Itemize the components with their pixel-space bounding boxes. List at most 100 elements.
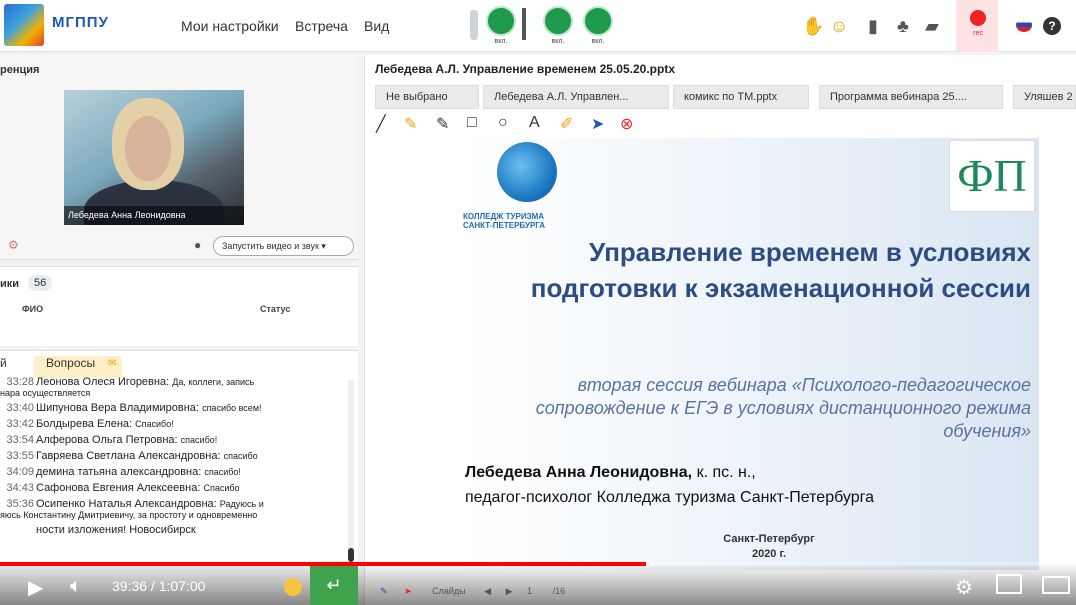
- pen-tool-icon[interactable]: ✎: [436, 114, 449, 134]
- participants-panel: [0, 266, 358, 346]
- message-time: 33:40: [6, 402, 34, 414]
- chat-message: 34:43 Сафонова Евгения Алексеевна: Спасиб…: [0, 482, 350, 494]
- presentation-title: Лебедева А.Л. Управление временем 25.05.…: [375, 62, 675, 76]
- raise-hand-icon[interactable]: ✋: [802, 16, 824, 37]
- clear-icon[interactable]: ⊗: [620, 114, 633, 134]
- draw-icon[interactable]: ✎: [380, 586, 388, 596]
- message-text: спасибо: [223, 451, 258, 461]
- message-time: 33:28: [6, 376, 34, 388]
- chat-message: 33:54 Алферова Ольга Петровна: спасибо!: [0, 434, 350, 446]
- menu-meeting[interactable]: Встреча: [295, 18, 348, 34]
- envelope-icon: ✉: [108, 358, 117, 369]
- users-icon[interactable]: ♣: [897, 16, 909, 37]
- tab-ulyashev[interactable]: Уляшев 2: [1013, 85, 1076, 109]
- chat-scrollbar[interactable]: [348, 380, 354, 560]
- settings-icon[interactable]: ⚙: [955, 575, 973, 600]
- video-name: Лебедева Анна Леонидовна: [64, 206, 244, 225]
- message-author: Болдырева Елена:: [36, 418, 133, 430]
- send-button[interactable]: ↵: [310, 566, 358, 605]
- slide-subtitle: вторая сессия вебинара «Психолого-педаго…: [535, 375, 1031, 441]
- camera-settings-icon[interactable]: ⚙: [8, 238, 19, 252]
- text-tool-icon[interactable]: A: [529, 114, 540, 132]
- screen-share-button[interactable]: [583, 6, 613, 36]
- message-author: демина татьяна александровна:: [36, 466, 202, 478]
- pointer-tool-icon[interactable]: ➤: [591, 114, 604, 134]
- theater-mode-icon[interactable]: [1042, 576, 1070, 594]
- camera-button[interactable]: [543, 6, 573, 36]
- brush-tool-icon[interactable]: ✐: [560, 114, 573, 134]
- tab-not-selected[interactable]: Не выбрано: [375, 85, 479, 109]
- college-logo-icon: [497, 142, 557, 202]
- tab-comic[interactable]: комикс по ТМ.pptx: [673, 85, 809, 109]
- top-bar: [0, 0, 1076, 52]
- record-icon: [970, 10, 986, 26]
- message-text: спасибо!: [180, 435, 218, 445]
- tab-questions[interactable]: Вопросы: [46, 356, 95, 370]
- record-label: rec: [973, 30, 983, 37]
- mic-level-slider[interactable]: [522, 8, 526, 40]
- tab-chat[interactable]: й: [0, 356, 7, 370]
- user-icon: ●: [194, 238, 202, 252]
- chat-message: 33:40 Шипунова Вера Владимировна: спасибо…: [0, 402, 350, 414]
- message-text: Да, коллеги, запись: [172, 377, 255, 387]
- fp-logo: ФП: [949, 140, 1035, 212]
- chat-emoji-icon[interactable]: [284, 578, 302, 596]
- pointer-icon[interactable]: ➤: [404, 586, 412, 596]
- slide-author: Лебедева Анна Леонидовна, к. пс. н., пед…: [465, 460, 874, 510]
- next-slide-icon[interactable]: ▶: [506, 586, 513, 596]
- line-tool-icon[interactable]: ╱: [376, 114, 386, 134]
- stats-icon[interactable]: ▮: [868, 16, 878, 37]
- start-video-button[interactable]: Запустить видео и звук ▾: [213, 236, 354, 256]
- time-display: 39:36 / 1:07:00: [112, 578, 206, 594]
- slide-number[interactable]: 1: [527, 586, 532, 596]
- author-name: Лебедева Анна Леонидовна,: [465, 464, 693, 481]
- speaker-volume-icon[interactable]: [470, 10, 478, 40]
- participants-title: ики: [0, 278, 20, 290]
- microphone-button[interactable]: [486, 6, 516, 36]
- conference-title: ренция: [0, 64, 40, 76]
- column-name[interactable]: ФИО: [22, 304, 43, 314]
- record-button[interactable]: [956, 0, 998, 52]
- folder-icon[interactable]: ▰: [925, 16, 939, 37]
- rectangle-tool-icon[interactable]: □: [467, 114, 477, 132]
- prev-slide-icon[interactable]: ◀: [484, 586, 491, 596]
- highlighter-tool-icon[interactable]: ✎: [404, 114, 417, 134]
- miniplayer-icon[interactable]: [996, 574, 1022, 594]
- chat-message-continued: нара осуществляется: [0, 388, 91, 398]
- slide-city: Санкт-Петербург 2020 г.: [639, 532, 899, 562]
- message-time: 33:42: [6, 418, 34, 430]
- logo-icon[interactable]: [4, 4, 44, 46]
- chat-message: 35:36 Осипенко Наталья Александровна: Рад…: [0, 498, 350, 510]
- chat-message: 33:28 Леонова Олеся Игоревна: Да, коллеги…: [0, 376, 350, 388]
- message-text: спасибо!: [204, 467, 241, 477]
- emoji-icon[interactable]: ☺: [830, 16, 848, 37]
- message-author: Леонова Олеся Игоревна:: [36, 376, 170, 388]
- message-time: 35:36: [6, 498, 34, 510]
- video-feed[interactable]: Лебедева Анна Леонидовна: [64, 90, 244, 225]
- circle-tool-icon[interactable]: ○: [498, 114, 508, 132]
- column-status[interactable]: Статус: [260, 304, 290, 314]
- volume-icon[interactable]: 🔈︎: [70, 575, 82, 598]
- camera-state: вкл.: [551, 38, 565, 45]
- message-author: Осипенко Наталья Александровна:: [36, 498, 217, 510]
- message-time: 33:55: [6, 450, 34, 462]
- chat-message: 34:09 демина татьяна александровна: спаси…: [0, 466, 350, 478]
- message-time: 34:43: [6, 482, 34, 494]
- play-next-icon[interactable]: ▶︎: [28, 575, 43, 600]
- slide-title: Управление временем в условиях подготовк…: [530, 237, 1031, 303]
- college-name: КОЛЛЕДЖ ТУРИЗМА САНКТ-ПЕТЕРБУРГА: [463, 212, 546, 230]
- message-author: Шипунова Вера Владимировна:: [36, 402, 199, 414]
- author-degree: к. пс. н.,: [692, 464, 756, 481]
- language-flag-icon[interactable]: [1016, 18, 1032, 32]
- menu-view[interactable]: Вид: [364, 18, 389, 34]
- menu-my-settings[interactable]: Мои настройки: [181, 18, 279, 34]
- tab-lebedeva[interactable]: Лебедева А.Л. Управлен...: [483, 85, 669, 109]
- slide-nav: ✎ ➤ Слайды ◀ ▶ 1 /16: [380, 586, 565, 597]
- help-icon[interactable]: ?: [1043, 17, 1061, 35]
- message-text: спасибо всем!: [202, 403, 262, 413]
- message-author: ности изложения! Новосибирск: [36, 524, 196, 536]
- tab-program[interactable]: Программа вебинара 25....: [819, 85, 1003, 109]
- chat-scroll-thumb[interactable]: [348, 548, 354, 562]
- brand-name: МГППУ: [52, 14, 109, 31]
- video-person-face: [112, 98, 184, 190]
